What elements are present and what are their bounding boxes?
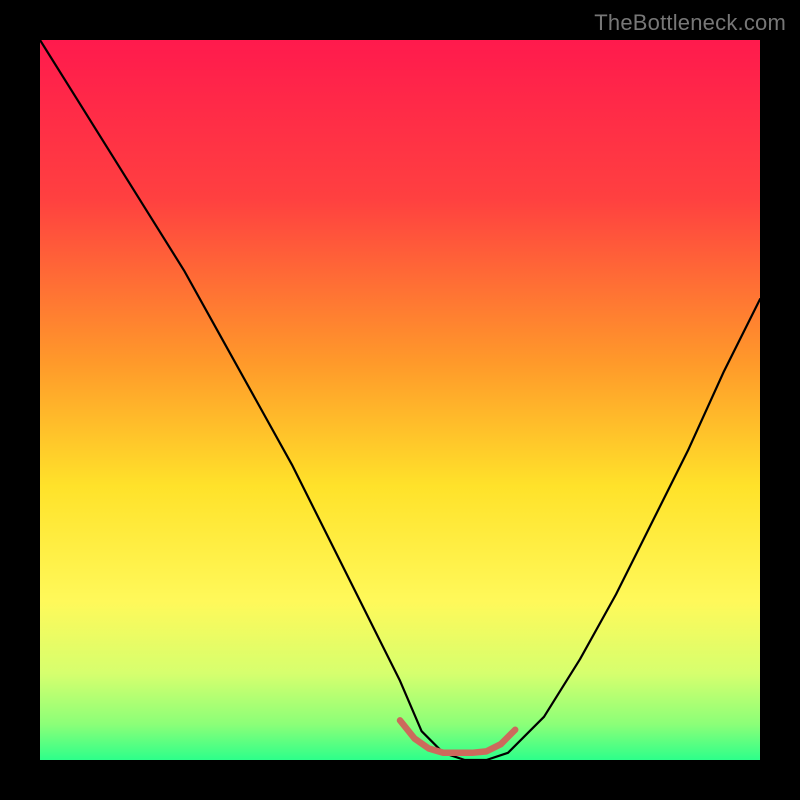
plot-area	[40, 40, 760, 760]
chart-frame: TheBottleneck.com	[0, 0, 800, 800]
watermark-text: TheBottleneck.com	[594, 10, 786, 36]
curve-layer	[40, 40, 760, 760]
optimal-band-marker	[400, 720, 515, 752]
penalty-curve	[40, 40, 760, 760]
